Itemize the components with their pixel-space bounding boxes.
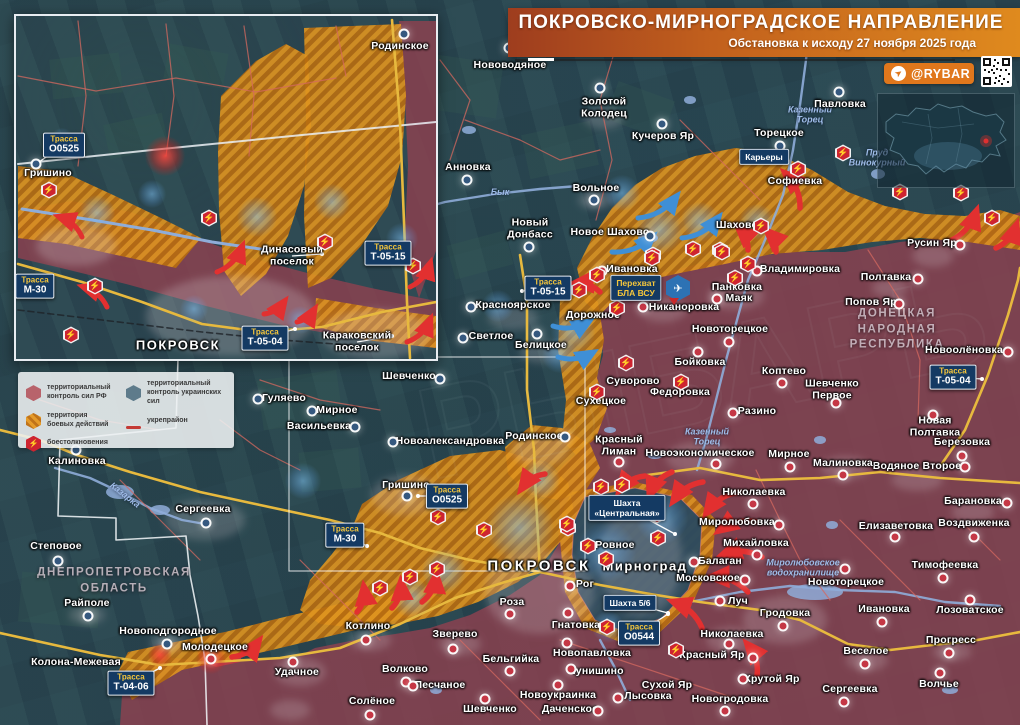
- attack-arrow: [768, 232, 776, 252]
- attack-arrow: [720, 521, 757, 530]
- badge-connector: [265, 329, 295, 338]
- ukraine-outline: [878, 94, 1012, 185]
- attack-arrow: [650, 472, 672, 494]
- legend-item: территория боевых действий: [26, 412, 126, 430]
- attack-arrow: [576, 283, 600, 292]
- attack-arrow: [712, 577, 748, 592]
- legend-item: территориальный контроль украинских сил: [126, 380, 226, 406]
- inset-arrows-layer: [16, 16, 436, 359]
- badge-connector-dot: [158, 666, 162, 670]
- badge-connector-dot: [666, 611, 670, 615]
- attack-arrow: [620, 476, 645, 490]
- legend-rf-icon: [26, 385, 41, 401]
- rybar-channel-badge: ➤ @RYBAR: [884, 63, 974, 84]
- attack-arrow: [297, 310, 314, 322]
- badge-connector-dot: [365, 544, 369, 548]
- channel-name: @RYBAR: [911, 67, 970, 81]
- badge-connector-dot: [406, 261, 410, 265]
- attack-arrow: [392, 583, 401, 608]
- attack-arrow: [748, 645, 757, 676]
- attack-arrow: [422, 576, 436, 602]
- attack-arrow: [232, 642, 258, 657]
- badge-connector-dot: [673, 532, 677, 536]
- legend-combat-swatch: [26, 413, 41, 429]
- ukraine-overview-minimap: [877, 93, 1015, 188]
- telegram-icon: ➤: [891, 66, 906, 81]
- legend-item: территориальный контроль сил РФ: [26, 380, 126, 406]
- legend-item: ⚡ боестолкновения: [26, 436, 126, 452]
- attack-arrow: [638, 197, 676, 218]
- legend-item-label: территориальный контроль сил РФ: [47, 384, 111, 402]
- badge-connector: [357, 336, 392, 342]
- badge-connector-dot: [416, 494, 420, 498]
- attack-arrow: [707, 492, 740, 512]
- attack-arrow: [674, 602, 702, 628]
- attack-arrow: [739, 228, 748, 250]
- badge-connector: [131, 668, 160, 683]
- legend-item: укрепрайон: [126, 412, 226, 430]
- attack-arrow: [682, 218, 718, 238]
- badge-connector-dot: [390, 334, 394, 338]
- badge-connector-dot: [34, 162, 38, 166]
- badge-connector: [36, 145, 64, 164]
- ukraine-south-regions: [914, 142, 982, 170]
- attack-arrow: [786, 174, 800, 208]
- attack-arrow: [60, 217, 82, 237]
- badge-connector: [953, 377, 982, 379]
- inset-map-pokrovsk: РодинскоеГришиноДинасовый поселокКараков…: [14, 14, 438, 361]
- title-banner: ПОКРОВСКО-МИРНОГРАДСКОЕ НАПРАВЛЕНИЕ Обст…: [508, 8, 1020, 57]
- attack-arrow: [217, 247, 242, 272]
- map-subtitle: Обстановка к исходу 27 ноября 2025 года: [728, 36, 976, 50]
- highlight-marker: [984, 139, 989, 144]
- legend-clash-swatch: ⚡: [26, 436, 41, 452]
- legend-ua-icon: [126, 385, 141, 401]
- legend-item-label: территория боевых действий: [47, 412, 108, 430]
- map-stage: РЫБАРЬ ДНЕПРОПЕТРОВСКАЯ ОБЛАСТЬДОНЕЦКАЯ …: [0, 0, 1020, 725]
- attack-arrow: [84, 287, 107, 307]
- attack-arrow: [410, 264, 430, 287]
- badge-connector: [630, 603, 668, 613]
- attack-arrow: [522, 474, 545, 488]
- qr-code: [981, 56, 1012, 87]
- badge-connector: [388, 253, 408, 263]
- badge-connector: [639, 614, 668, 633]
- map-legend: территориальный контроль сил РФ территори…: [18, 372, 234, 448]
- attack-arrow: [407, 320, 430, 342]
- attack-arrow: [674, 482, 703, 500]
- attack-arrow: [357, 588, 364, 612]
- attack-arrow: [996, 226, 1016, 248]
- legend-item-label: боестолкновения: [47, 439, 108, 448]
- legend-fortline-swatch: [126, 426, 141, 429]
- badge-connector: [522, 288, 548, 291]
- badge-connector-dot: [980, 377, 984, 381]
- scale-bar-tick: [528, 58, 554, 61]
- badge-connector: [292, 254, 322, 256]
- attack-arrow: [264, 302, 284, 314]
- legend-rf-swatch: [26, 385, 41, 401]
- attack-arrow: [553, 322, 588, 328]
- legend-combat-icon: [26, 413, 41, 429]
- legend-item-label: территориальный контроль украинских сил: [147, 380, 222, 406]
- badge-connector-dot: [293, 327, 297, 331]
- badge-connector: [627, 508, 675, 534]
- legend-fortline-icon: [126, 420, 141, 423]
- legend-item-label: укрепрайон: [147, 417, 188, 426]
- attack-arrow: [558, 353, 592, 359]
- legend-ua-swatch: [126, 385, 141, 401]
- attack-arrow: [724, 551, 762, 557]
- attack-arrow: [948, 212, 976, 242]
- badge-connector-dot: [520, 289, 524, 293]
- scale-bar: [515, 59, 955, 61]
- legend-clash-icon: ⚡: [26, 436, 41, 452]
- map-title: ПОКРОВСКО-МИРНОГРАДСКОЕ НАПРАВЛЕНИЕ: [508, 12, 1014, 34]
- badge-connector: [345, 535, 367, 546]
- badge-connector-dot: [320, 252, 324, 256]
- attack-arrow: [612, 237, 652, 252]
